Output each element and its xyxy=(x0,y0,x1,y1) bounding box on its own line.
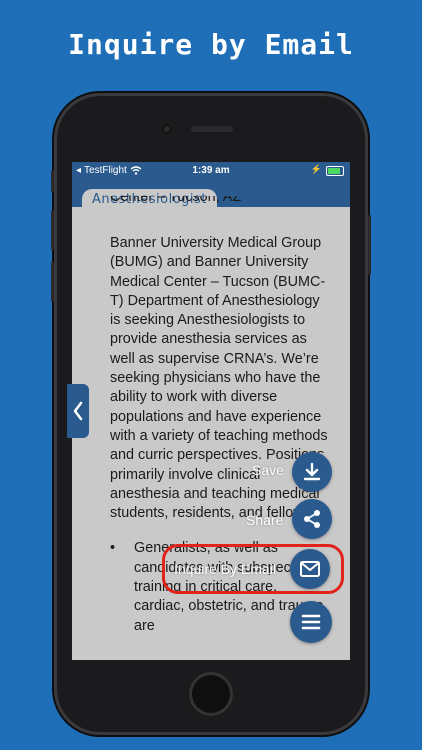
phone-volume-up xyxy=(51,210,54,250)
phone-side-button xyxy=(51,170,54,192)
charging-icon: ⚡ xyxy=(310,164,322,174)
status-bar: ◂ TestFlight 1:39 am ⚡ xyxy=(72,162,350,179)
save-button[interactable] xyxy=(292,452,332,492)
front-camera xyxy=(162,124,172,134)
save-label: Save xyxy=(252,462,284,478)
phone-power-button xyxy=(368,215,371,275)
chevron-left-icon xyxy=(73,401,83,421)
download-icon xyxy=(303,462,321,481)
status-time: 1:39 am xyxy=(192,165,230,176)
share-button[interactable] xyxy=(292,499,332,539)
share-label: Share xyxy=(246,512,284,528)
location-line: Center – Tucson, AZ xyxy=(110,196,242,205)
share-icon xyxy=(304,510,320,528)
back-button[interactable] xyxy=(67,384,89,438)
battery-icon xyxy=(326,166,344,176)
home-button[interactable] xyxy=(189,672,233,716)
inquire-by-email-label: Inquire By Email xyxy=(174,561,276,577)
menu-button[interactable] xyxy=(290,601,332,643)
earpiece-speaker xyxy=(191,126,233,132)
menu-icon xyxy=(301,614,321,630)
headline: Inquire by Email xyxy=(68,28,354,61)
inquire-by-email-button[interactable] xyxy=(290,549,330,589)
phone-volume-down xyxy=(51,262,54,302)
bullet-icon: • xyxy=(110,540,116,557)
mail-icon xyxy=(300,561,320,577)
